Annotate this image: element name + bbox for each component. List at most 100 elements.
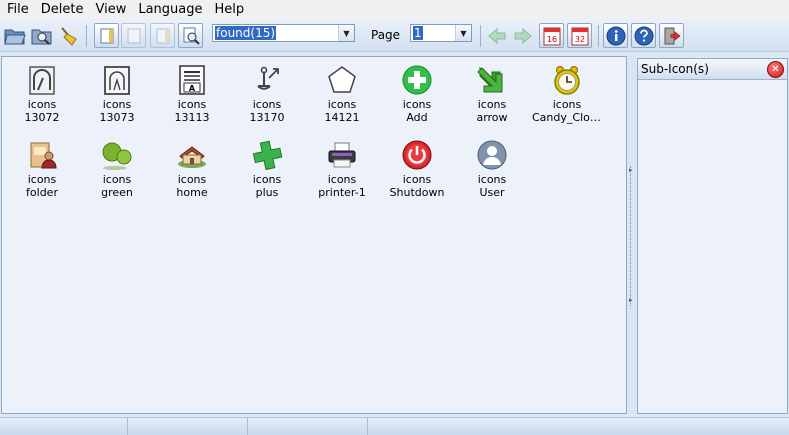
icon-tile-label: icons	[177, 98, 207, 111]
splitter-arrow-down-icon[interactable]: ▸	[629, 296, 635, 304]
icon-tile-home[interactable]: icons home	[157, 137, 227, 209]
icon-tile-shutdown[interactable]: icons Shutdown	[382, 137, 452, 209]
toolbar: found(15) ▼ Page 1 ▼ 16 32	[0, 19, 789, 52]
preview-button[interactable]	[178, 23, 203, 48]
page-combo[interactable]: 1 ▼	[410, 24, 472, 42]
menu-bar: File Delete View Language Help	[0, 0, 789, 19]
icon-tile-13072[interactable]: icons 13072	[7, 62, 77, 134]
icon-tile-name: 13170	[249, 111, 285, 124]
page-value: 1	[413, 26, 423, 40]
icon-tile-name: 13113	[174, 111, 210, 124]
icon-tile-label: icons	[252, 98, 282, 111]
info-button[interactable]	[603, 23, 628, 48]
sub-icons-title: Sub-Icon(s)	[641, 62, 709, 76]
status-cell	[248, 418, 368, 435]
icon-tile-name: User	[479, 186, 505, 199]
select-all-button[interactable]	[94, 23, 119, 48]
toolbar-separator	[480, 25, 481, 47]
icon-tile-label: icons	[252, 173, 282, 186]
icon-tile-label: icons	[177, 173, 207, 186]
chevron-down-icon[interactable]: ▼	[338, 25, 354, 41]
menu-delete[interactable]: Delete	[35, 0, 90, 19]
alarm-clock-icon	[549, 62, 585, 98]
font-window-icon: A	[174, 62, 210, 98]
svg-text:A: A	[189, 84, 196, 93]
icon-tile-label: icons	[27, 173, 57, 186]
previous-page-button[interactable]	[484, 23, 509, 48]
user-folder-icon	[24, 137, 60, 173]
sub-icons-panel: Sub-Icon(s) ✕	[637, 58, 788, 414]
icon-tile-name: 14121	[324, 111, 360, 124]
panel-splitter[interactable]: ▸ ▸	[628, 56, 636, 414]
icon-tile-name: green	[101, 186, 133, 199]
search-value: found(15)	[215, 26, 277, 40]
icon-tile-name: plus	[255, 186, 279, 199]
green-arrow-down-icon	[474, 62, 510, 98]
magnifier-icon	[183, 27, 200, 45]
toolbar-separator	[598, 25, 599, 47]
icon-tile-user[interactable]: icons User	[457, 137, 527, 209]
icon-tile-name: 13073	[99, 111, 135, 124]
icon-tile-name: Add	[406, 111, 428, 124]
select-list-icon	[100, 28, 113, 43]
clean-button[interactable]	[56, 23, 81, 48]
broom-icon	[60, 26, 77, 46]
add-plus-icon	[399, 62, 435, 98]
menu-help[interactable]: Help	[209, 0, 251, 19]
arch-frame-icon	[99, 62, 135, 98]
close-icon[interactable]: ✕	[767, 61, 784, 78]
search-combo[interactable]: found(15) ▼	[212, 24, 355, 42]
icon-tile-name: Candy_Cloc...	[532, 111, 602, 124]
page-label: Page	[371, 28, 401, 42]
icon-size-32-button[interactable]: 32	[567, 23, 592, 48]
icon-tile-folder[interactable]: icons folder	[7, 137, 77, 209]
icon-tile-name: arrow	[476, 111, 508, 124]
search-folder-icon	[31, 29, 51, 45]
status-bar	[0, 417, 789, 435]
icon-tile-13073[interactable]: icons 13073	[82, 62, 152, 134]
power-icon	[399, 137, 435, 173]
icon-tile-label: icons	[552, 98, 582, 111]
home-icon	[174, 137, 210, 173]
green-plus-icon	[249, 137, 285, 173]
user-icon	[474, 137, 510, 173]
menu-file[interactable]: File	[0, 0, 35, 19]
splitter-grip[interactable]	[630, 166, 634, 306]
arch-outline-icon	[24, 62, 60, 98]
icon-tile-label: icons	[477, 98, 507, 111]
invert-selection-icon	[156, 28, 169, 43]
icon-tile-arrow[interactable]: icons arrow	[457, 62, 527, 134]
menu-language[interactable]: Language	[132, 0, 208, 19]
open-folder-button[interactable]	[2, 23, 27, 48]
icon-size-16-button[interactable]: 16	[539, 23, 564, 48]
select-none-button[interactable]	[121, 23, 146, 48]
icon-tile-14121[interactable]: icons 14121	[307, 62, 377, 134]
toolbar-separator	[86, 25, 87, 47]
invert-selection-button[interactable]	[150, 23, 175, 48]
chevron-down-icon[interactable]: ▼	[455, 25, 471, 41]
icon-tile-candy-clock[interactable]: icons Candy_Cloc...	[532, 62, 602, 134]
icon-tile-printer[interactable]: icons printer-1	[307, 137, 377, 209]
arrow-right-icon	[514, 27, 532, 44]
icon-tile-plus[interactable]: icons plus	[232, 137, 302, 209]
exit-door-icon	[664, 27, 680, 44]
icon-tile-label: icons	[102, 98, 132, 111]
calendar-16-text: 16	[546, 35, 556, 44]
icon-tile-add[interactable]: icons Add	[382, 62, 452, 134]
icon-tile-green[interactable]: icons green	[82, 137, 152, 209]
icon-tile-13113[interactable]: A icons 13113	[157, 62, 227, 134]
select-none-icon	[127, 28, 140, 43]
icon-tile-name: home	[176, 186, 208, 199]
icon-tile-label: icons	[477, 173, 507, 186]
help-button[interactable]	[631, 23, 656, 48]
icon-tile-name: Shutdown	[389, 186, 445, 199]
icon-tile-13170[interactable]: icons 13170	[232, 62, 302, 134]
calendar-32-icon: 32	[571, 27, 588, 45]
next-page-button[interactable]	[510, 23, 535, 48]
exit-button[interactable]	[659, 23, 684, 48]
info-icon	[606, 26, 625, 45]
printer-icon	[324, 137, 360, 173]
icon-view[interactable]: icons 13072 icons 13073 A icons 13113 ic…	[1, 56, 627, 414]
menu-view[interactable]: View	[89, 0, 132, 19]
search-folder-button[interactable]	[29, 23, 54, 48]
